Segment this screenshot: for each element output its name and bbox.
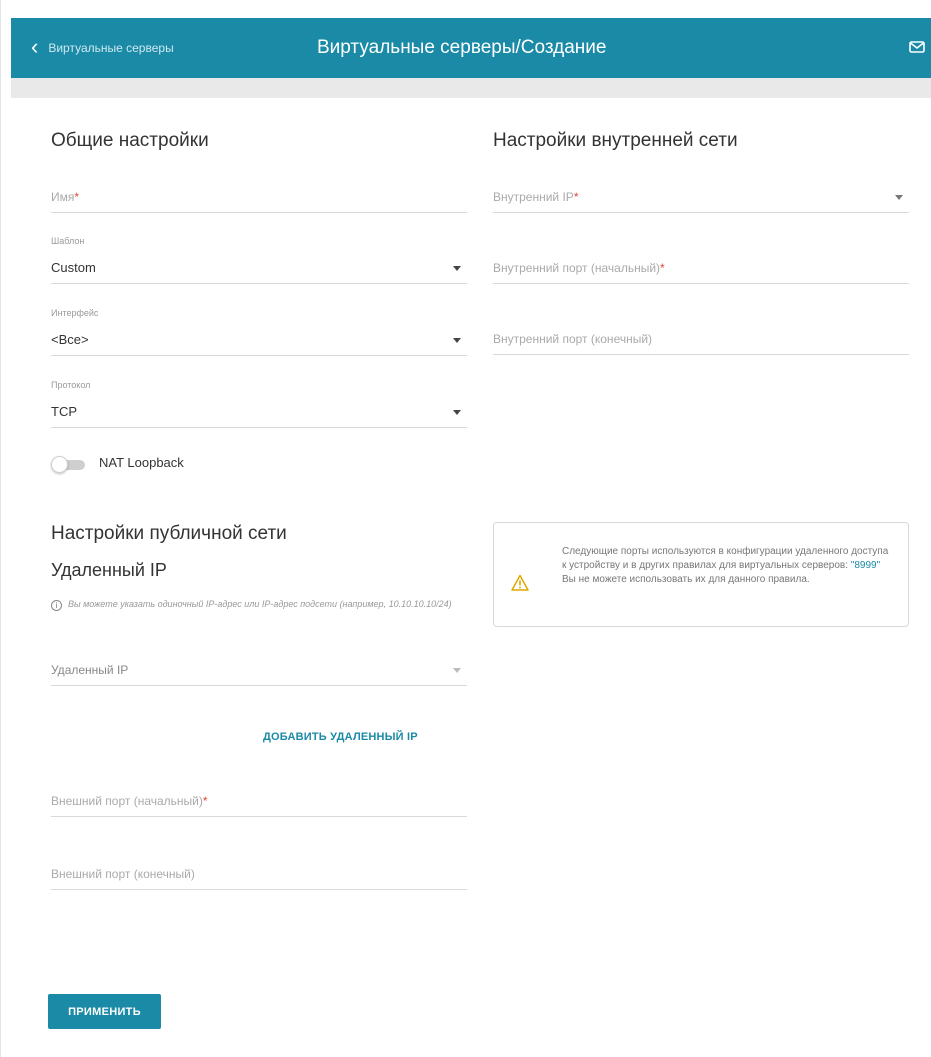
internal-port-end-placeholder: Внутренний порт (конечный)	[493, 332, 653, 346]
name-placeholder-text: Имя	[51, 190, 75, 204]
required-mark: *	[74, 190, 80, 204]
mail-icon[interactable]	[908, 38, 926, 56]
ext-port-end-field[interactable]: Внешний порт (конечный)	[51, 853, 467, 890]
interface-value: <Все>	[51, 332, 89, 347]
warning-text-after: Вы не можете использовать их для данного…	[562, 574, 810, 585]
warning-text-before: Следующие порты используются в конфигура…	[562, 546, 889, 571]
remote-ip-placeholder: Удаленный IP	[51, 663, 129, 677]
ext-port-end-placeholder: Внешний порт (конечный)	[51, 867, 195, 881]
remote-ip-hint: i Вы можете указать одиночный IP-адрес ил…	[51, 597, 471, 611]
required-mark: *	[202, 794, 208, 808]
apply-button[interactable]: ПРИМЕНИТЬ	[48, 994, 161, 1029]
warning-icon	[511, 574, 529, 591]
internal-section-title: Настройки внутренней сети	[493, 130, 738, 151]
template-value: Custom	[51, 260, 96, 275]
internal-port-start-text: Внутренний порт (начальный)	[493, 261, 661, 275]
info-icon: i	[51, 600, 62, 611]
page: ‹ Виртуальные серверы Виртуальные сервер…	[0, 0, 931, 1057]
internal-port-start-field[interactable]: Внутренний порт (начальный)*	[493, 247, 909, 284]
nat-loopback-label: NAT Loopback	[99, 455, 184, 470]
template-select[interactable]: Шаблон Custom	[51, 236, 467, 284]
protocol-value: TCP	[51, 404, 77, 419]
ext-port-start-text: Внешний порт (начальный)	[51, 794, 203, 808]
add-remote-ip-button[interactable]: ДОБАВИТЬ УДАЛЕННЫЙ IP	[263, 731, 418, 743]
chevron-down-icon	[453, 266, 461, 271]
ext-port-start-placeholder: Внешний порт (начальный)*	[51, 794, 208, 808]
back-link[interactable]: ‹ Виртуальные серверы	[31, 18, 174, 78]
nat-loopback-toggle[interactable]	[51, 456, 87, 473]
toggle-knob	[51, 456, 68, 473]
back-link-label: Виртуальные серверы	[48, 41, 174, 55]
ext-port-start-field[interactable]: Внешний порт (начальный)*	[51, 780, 467, 817]
top-bar: ‹ Виртуальные серверы Виртуальные сервер…	[11, 18, 931, 78]
remote-ip-field[interactable]: Удаленный IP	[51, 648, 467, 686]
chevron-down-icon	[453, 668, 461, 673]
interface-label: Интерфейс	[51, 308, 99, 318]
hint-text: Вы можете указать одиночный IP-адрес или…	[68, 599, 452, 609]
internal-ip-text: Внутренний IP	[493, 190, 574, 204]
template-label: Шаблон	[51, 236, 85, 246]
chevron-down-icon	[453, 338, 461, 343]
internal-port-start-placeholder: Внутренний порт (начальный)*	[493, 261, 665, 275]
ports-warning-box: Следующие порты используются в конфигура…	[493, 522, 909, 627]
internal-port-end-field[interactable]: Внутренний порт (конечный)	[493, 318, 909, 355]
required-mark: *	[660, 261, 665, 275]
warning-ports: "8999"	[850, 560, 881, 571]
header-shadow-bar	[11, 78, 931, 98]
internal-ip-placeholder: Внутренний IP*	[493, 190, 578, 204]
name-field[interactable]: Имя*	[51, 176, 467, 213]
chevron-left-icon: ‹	[31, 33, 39, 59]
page-title: Виртуальные серверы/Создание	[317, 37, 607, 58]
remote-ip-title: Удаленный IP	[51, 560, 167, 580]
required-mark: *	[573, 190, 579, 204]
protocol-label: Протокол	[51, 380, 91, 390]
public-section-title: Настройки публичной сети	[51, 523, 287, 544]
internal-ip-select[interactable]: Внутренний IP*	[493, 176, 909, 213]
protocol-select[interactable]: Протокол TCP	[51, 380, 467, 428]
general-section-title: Общие настройки	[51, 130, 209, 151]
interface-select[interactable]: Интерфейс <Все>	[51, 308, 467, 356]
chevron-down-icon	[895, 195, 903, 200]
chevron-down-icon	[453, 410, 461, 415]
warning-text: Следующие порты используются в конфигура…	[562, 545, 892, 587]
name-placeholder: Имя*	[51, 190, 79, 204]
